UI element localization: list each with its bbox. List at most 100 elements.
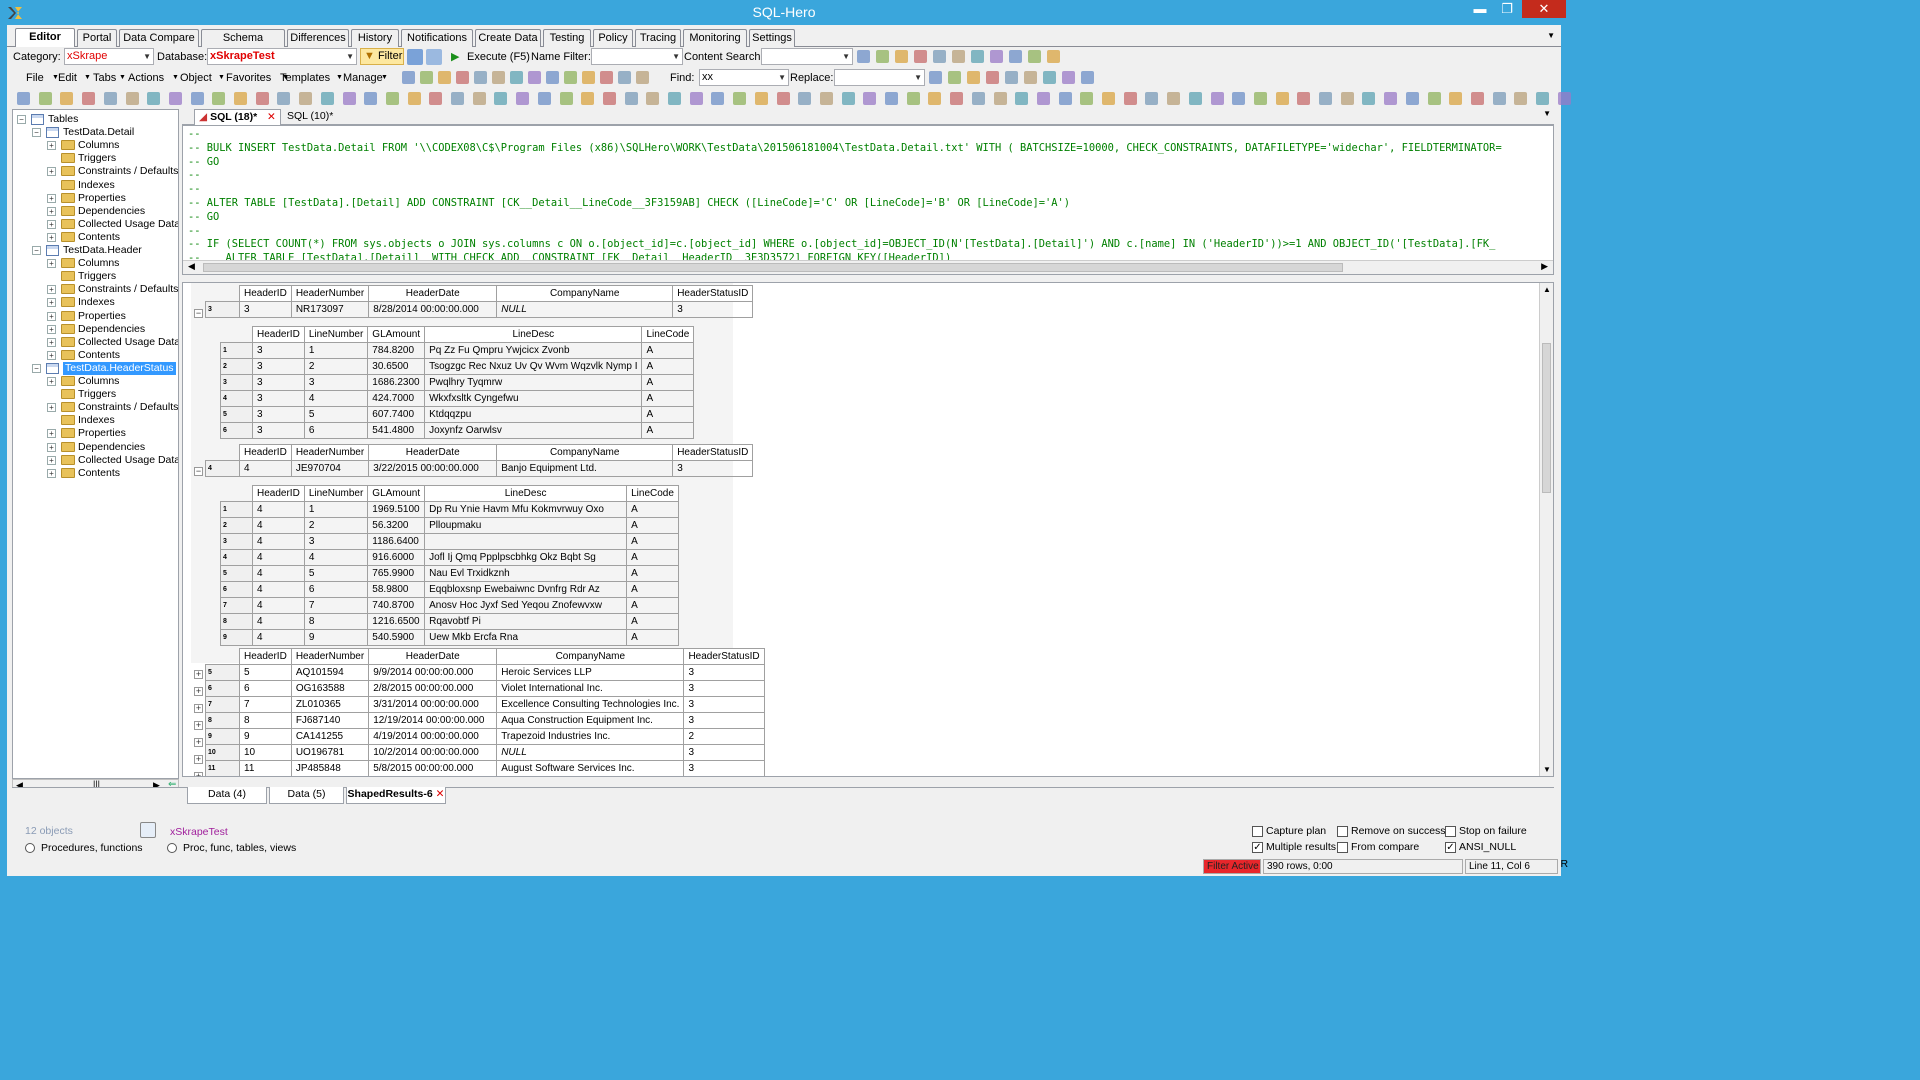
search-tool-icon-8[interactable] xyxy=(990,50,1003,63)
edit-tool-icon-11[interactable] xyxy=(582,71,595,84)
cell[interactable]: 540.5900 xyxy=(367,629,426,646)
cell[interactable]: 607.7400 xyxy=(367,406,426,423)
close-tab-icon[interactable]: ✕ xyxy=(267,110,276,124)
table-row[interactable]: 2 3 2 30.6500 Tsogzgc Rec Nxuz Uv Qv Wvm Wqz… xyxy=(220,358,695,375)
edit-tool-icon-8[interactable] xyxy=(528,71,541,84)
replace-tool-icon-6[interactable] xyxy=(1024,71,1037,84)
action-tool-icon-47[interactable] xyxy=(1015,92,1029,105)
action-tool-icon-41[interactable] xyxy=(885,92,898,105)
tree-item-testdata-header[interactable]: TestData.Header xyxy=(63,244,142,257)
edit-tool-icon-10[interactable] xyxy=(564,71,577,84)
header-col-headerid[interactable]: HeaderID xyxy=(239,444,292,461)
detail-col-glamount[interactable]: GLAmount xyxy=(367,485,426,502)
tab-data-5[interactable]: Data (5) xyxy=(269,787,344,804)
table-row[interactable]: 6 6 OG163588 2/8/2015 00:00:00.000 Violet In… xyxy=(205,680,765,697)
action-tool-icon-46[interactable] xyxy=(993,92,1007,105)
cell[interactable]: A xyxy=(641,342,695,359)
edit-tool-icon-7[interactable] xyxy=(510,71,523,84)
database-select[interactable]: xSkrapeTest ▼ xyxy=(207,48,357,65)
edit-tool-icon-13[interactable] xyxy=(618,71,631,84)
table-row[interactable]: 4 4 JE970704 3/22/2015 00:00:00.000 Banjo Eq… xyxy=(205,460,754,477)
edit-tool-icon-5[interactable] xyxy=(474,71,487,84)
cell[interactable]: Wkxfxsltk Cyngefwu xyxy=(424,390,643,407)
search-tool-icon-6[interactable] xyxy=(952,50,965,63)
menu-manage[interactable]: Manage xyxy=(343,72,383,84)
edit-tool-icon-9[interactable] xyxy=(546,71,559,84)
cell[interactable]: 5 xyxy=(303,406,369,423)
cell[interactable]: A xyxy=(641,406,695,423)
cell[interactable]: 765.9900 xyxy=(367,565,426,582)
action-tool-icon-1[interactable] xyxy=(17,92,30,105)
cell[interactable]: 784.8200 xyxy=(367,342,426,359)
action-tool-icon-71[interactable] xyxy=(1536,92,1549,105)
cell[interactable]: 3 xyxy=(683,696,765,713)
collapse-icon[interactable]: − xyxy=(32,128,41,138)
search-tool-icon-10[interactable] xyxy=(1028,50,1041,63)
tree-item-contents[interactable]: Contents xyxy=(78,349,120,362)
cell[interactable]: 1 xyxy=(303,501,369,518)
cell[interactable]: 3 xyxy=(683,680,765,697)
cell[interactable]: A xyxy=(626,629,679,646)
cell[interactable]: Trapezoid Industries Inc. xyxy=(496,728,685,745)
scroll-left-icon[interactable]: ◀ xyxy=(188,261,195,272)
checkbox-from-compare[interactable] xyxy=(1337,842,1348,853)
radio-procedures-functions[interactable] xyxy=(25,843,35,853)
tree-item-indexes[interactable]: Indexes xyxy=(78,296,115,309)
header-col-headerid[interactable]: HeaderID xyxy=(239,285,292,302)
edit-tool-icon-1[interactable] xyxy=(402,71,415,84)
action-tool-icon-28[interactable] xyxy=(602,92,616,105)
cell[interactable]: Plloupmaku xyxy=(424,517,628,534)
expand-icon[interactable]: + xyxy=(47,468,56,478)
replace-tool-icon-4[interactable] xyxy=(986,71,999,84)
cell[interactable]: A xyxy=(626,565,679,582)
collapse-icon[interactable]: − xyxy=(32,246,41,255)
tree-item-columns[interactable]: Columns xyxy=(78,139,119,152)
action-tool-icon-55[interactable] xyxy=(1188,92,1202,105)
action-tool-icon-72[interactable] xyxy=(1557,92,1571,105)
cell[interactable]: Uew Mkb Ercfa Rna xyxy=(424,629,628,646)
expand-icon[interactable]: + xyxy=(47,350,56,360)
action-tool-icon-11[interactable] xyxy=(234,92,247,105)
menu-object[interactable]: Object xyxy=(180,72,212,84)
action-tool-icon-13[interactable] xyxy=(277,92,291,105)
action-tool-icon-66[interactable] xyxy=(1427,92,1441,105)
header-col-companyname[interactable]: CompanyName xyxy=(496,444,674,461)
tree-item-dependencies[interactable]: Dependencies xyxy=(78,441,145,454)
header-col-headerstatusid[interactable]: HeaderStatusID xyxy=(672,444,754,461)
cell[interactable]: 9 xyxy=(239,728,292,745)
action-tool-icon-10[interactable] xyxy=(212,92,226,105)
cell[interactable]: 8/28/2014 00:00:00.000 xyxy=(368,301,498,318)
table-row[interactable]: 11 11 JP485848 5/8/2015 00:00:00.000 August … xyxy=(205,760,765,776)
cell[interactable]: 1186.6400 xyxy=(367,533,426,550)
action-tool-icon-33[interactable] xyxy=(711,92,725,105)
action-tool-icon-45[interactable] xyxy=(971,92,985,105)
action-tool-icon-30[interactable] xyxy=(646,92,660,105)
editor-tabs-dropdown-icon[interactable]: ▼ xyxy=(1543,109,1551,118)
editor-hscrollbar[interactable]: ◀ ▶ xyxy=(183,260,1553,274)
edit-tool-icon-12[interactable] xyxy=(600,71,613,84)
collapse-row-3-icon[interactable]: − xyxy=(194,309,203,318)
cell[interactable]: Excellence Consulting Technologies Inc. xyxy=(496,696,685,713)
expand-icon[interactable]: + xyxy=(47,403,56,413)
results-vscrollbar[interactable]: ▲ ▼ xyxy=(1539,283,1553,776)
expand-icon[interactable]: + xyxy=(47,167,56,177)
edit-tool-icon-14[interactable] xyxy=(636,71,649,84)
tree-item-contents[interactable]: Contents xyxy=(78,467,120,480)
execute-icon[interactable]: ▶ xyxy=(451,50,459,63)
cell[interactable]: 2/8/2015 00:00:00.000 xyxy=(368,680,498,697)
cell[interactable]: A xyxy=(626,613,679,630)
cell[interactable]: JE970704 xyxy=(290,460,370,477)
tabs-dropdown-icon[interactable]: ▼ xyxy=(1547,31,1555,40)
cell[interactable]: 424.7000 xyxy=(367,390,426,407)
cell[interactable]: A xyxy=(626,517,679,534)
cell[interactable]: 3/31/2014 00:00:00.000 xyxy=(368,696,498,713)
menu-tabs[interactable]: Tabs xyxy=(93,72,116,84)
action-tool-icon-67[interactable] xyxy=(1449,92,1463,105)
tab-data-4[interactable]: Data (4) xyxy=(187,787,267,804)
cell[interactable]: 4 xyxy=(303,390,369,407)
table-row[interactable]: 8 4 8 1216.6500 Rqavobtf Pi A xyxy=(220,613,679,630)
category-select[interactable]: xSkrape ▼ xyxy=(64,48,154,65)
replace-tool-icon-7[interactable] xyxy=(1043,71,1056,84)
tab-create-data[interactable]: Create Data xyxy=(475,29,541,47)
action-tool-icon-70[interactable] xyxy=(1514,92,1528,105)
